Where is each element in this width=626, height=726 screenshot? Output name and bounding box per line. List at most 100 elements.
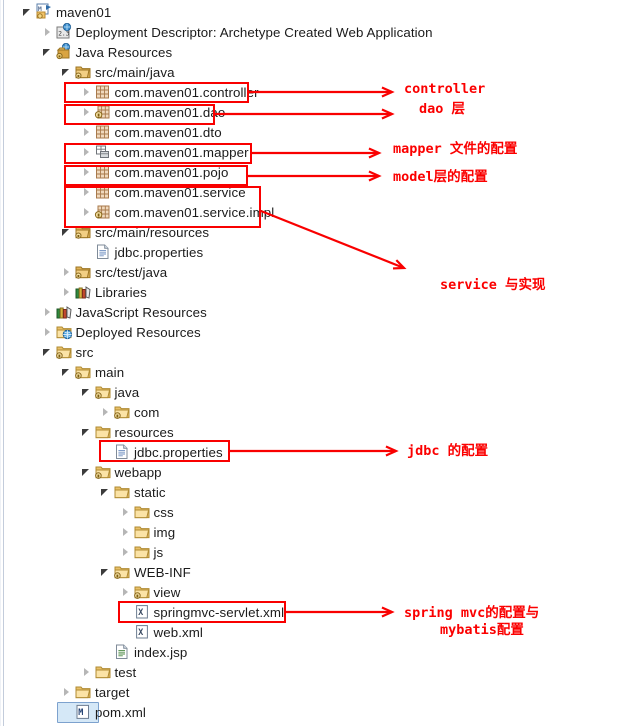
- collapse-arrow-icon[interactable]: [81, 422, 94, 442]
- expand-arrow-icon[interactable]: [42, 22, 55, 42]
- tree-item-webapp[interactable]: webapp: [81, 462, 162, 482]
- source-folder-icon: [74, 63, 92, 81]
- anno-springmvc-line2: mybatis配置: [440, 622, 524, 638]
- expand-arrow-icon[interactable]: [61, 282, 74, 302]
- highlight-box-box-controller: [64, 82, 249, 103]
- tree-item-web-inf[interactable]: WEB-INF: [100, 562, 191, 582]
- tree-item-label: index.jsp: [134, 644, 188, 660]
- collapse-arrow-icon[interactable]: [100, 562, 113, 582]
- panel-left-edge-outer: [0, 0, 1, 726]
- tree-item-src[interactable]: src: [42, 342, 94, 362]
- arrow-arrow-pojo: [248, 170, 382, 182]
- collapse-arrow-icon[interactable]: [100, 482, 113, 502]
- tree-item-label: src: [75, 344, 94, 360]
- tree-item-java-resources[interactable]: Java Resources: [42, 42, 173, 62]
- tree-item-label: view: [153, 584, 181, 600]
- arrow-arrow-controller: [249, 86, 395, 98]
- expand-arrow-icon[interactable]: [120, 502, 133, 522]
- arrow-arrow-service: [260, 209, 407, 270]
- tree-item-label: maven01: [56, 4, 112, 20]
- source-folder-icon: [74, 263, 92, 281]
- collapse-arrow-icon[interactable]: [81, 382, 94, 402]
- libraries-icon: [55, 303, 73, 321]
- tree-item-js[interactable]: js: [120, 542, 164, 562]
- expand-arrow-icon[interactable]: [100, 402, 113, 422]
- folder-icon: [94, 423, 112, 441]
- expand-arrow-icon[interactable]: [81, 122, 94, 142]
- tree-item-java[interactable]: java: [81, 382, 140, 402]
- tree-item-css[interactable]: css: [120, 502, 174, 522]
- folder-warning-icon: [55, 343, 73, 361]
- expand-arrow-icon[interactable]: [120, 542, 133, 562]
- tree-item-resources[interactable]: resources: [81, 422, 174, 442]
- tree-item-label: web.xml: [153, 624, 203, 640]
- tree-item-target[interactable]: target: [61, 682, 130, 702]
- expand-arrow-icon[interactable]: [61, 262, 74, 282]
- tree-item-pom-xml[interactable]: Mpom.xml: [57, 702, 146, 723]
- xml-file-icon: X: [133, 623, 151, 641]
- folder-warning-icon: [94, 463, 112, 481]
- expand-arrow-icon[interactable]: [42, 302, 55, 322]
- tree-item-static[interactable]: static: [100, 482, 166, 502]
- properties-file-icon: [94, 243, 112, 261]
- tree-item-label: com.maven01.dto: [114, 124, 222, 140]
- folder-icon: [94, 663, 112, 681]
- folder-warning-icon: [113, 403, 131, 421]
- deployment-descriptor-icon: 2.3: [55, 23, 73, 41]
- tree-item-test[interactable]: test: [81, 662, 137, 682]
- tree-item-label: pom.xml: [95, 704, 146, 720]
- tree-item-label: css: [153, 504, 174, 520]
- tree-item-jdbc-properties-res[interactable]: jdbc.properties: [81, 242, 204, 262]
- collapse-arrow-icon[interactable]: [42, 42, 55, 62]
- svg-text:M: M: [78, 707, 83, 717]
- expand-arrow-icon[interactable]: [61, 682, 74, 702]
- folder-warning-icon: [113, 563, 131, 581]
- expand-arrow-icon[interactable]: [81, 662, 94, 682]
- collapse-arrow-icon[interactable]: [22, 2, 35, 22]
- expand-arrow-icon[interactable]: [120, 582, 133, 602]
- tree-item-libraries[interactable]: Libraries: [61, 282, 147, 302]
- collapse-arrow-icon[interactable]: [81, 462, 94, 482]
- collapse-arrow-icon[interactable]: [61, 362, 74, 382]
- tree-item-label: com: [134, 404, 160, 420]
- tree-item-deployment-descriptor[interactable]: 2.3 Deployment Descriptor: Archetype Crea…: [42, 22, 433, 42]
- tree-item-web-xml[interactable]: Xweb.xml: [120, 622, 203, 642]
- collapse-arrow-icon[interactable]: [61, 62, 74, 82]
- tree-item-label: Libraries: [95, 284, 147, 300]
- expand-arrow-icon[interactable]: [120, 522, 133, 542]
- tree-item-maven01[interactable]: Mmaven01: [22, 2, 111, 22]
- folder-icon: [133, 503, 151, 521]
- tree-item-main[interactable]: main: [61, 362, 124, 382]
- collapse-arrow-icon[interactable]: [42, 342, 55, 362]
- tree-item-label: static: [134, 484, 166, 500]
- panel-left-edge: [3, 0, 4, 726]
- anno-mapper: mapper 文件的配置: [393, 141, 518, 157]
- jsp-file-icon: [113, 643, 131, 661]
- tree-item-src-main-java[interactable]: src/main/java: [61, 62, 175, 82]
- tree-item-label: Deployed Resources: [75, 324, 201, 340]
- arrow-arrow-mapper: [252, 147, 382, 159]
- arrow-arrow-dao: [215, 108, 395, 120]
- tree-item-com[interactable]: com: [100, 402, 159, 422]
- arrow-arrow-springmvc: [286, 606, 395, 618]
- java-resources-icon: [55, 43, 73, 61]
- tree-item-view[interactable]: view: [120, 582, 181, 602]
- tree-item-pkg-dto[interactable]: com.maven01.dto: [81, 122, 222, 142]
- anno-controller: controller: [404, 81, 486, 97]
- tree-item-index-jsp[interactable]: index.jsp: [100, 642, 187, 662]
- folder-icon: [113, 483, 131, 501]
- deployed-resources-icon: [55, 323, 73, 341]
- tree-item-deployed-resources[interactable]: Deployed Resources: [42, 322, 201, 342]
- tree-item-label: test: [114, 664, 137, 680]
- tree-item-label: target: [95, 684, 130, 700]
- libraries-icon: [74, 283, 92, 301]
- highlight-box-box-mapper: [64, 143, 252, 164]
- folder-warning-icon: [133, 583, 151, 601]
- highlight-box-box-dao: [64, 104, 215, 125]
- tree-item-javascript-resources[interactable]: JavaScript Resources: [42, 302, 207, 322]
- tree-item-src-test-java[interactable]: src/test/java: [61, 262, 167, 282]
- expand-arrow-icon[interactable]: [42, 322, 55, 342]
- tree-item-img[interactable]: img: [120, 522, 176, 542]
